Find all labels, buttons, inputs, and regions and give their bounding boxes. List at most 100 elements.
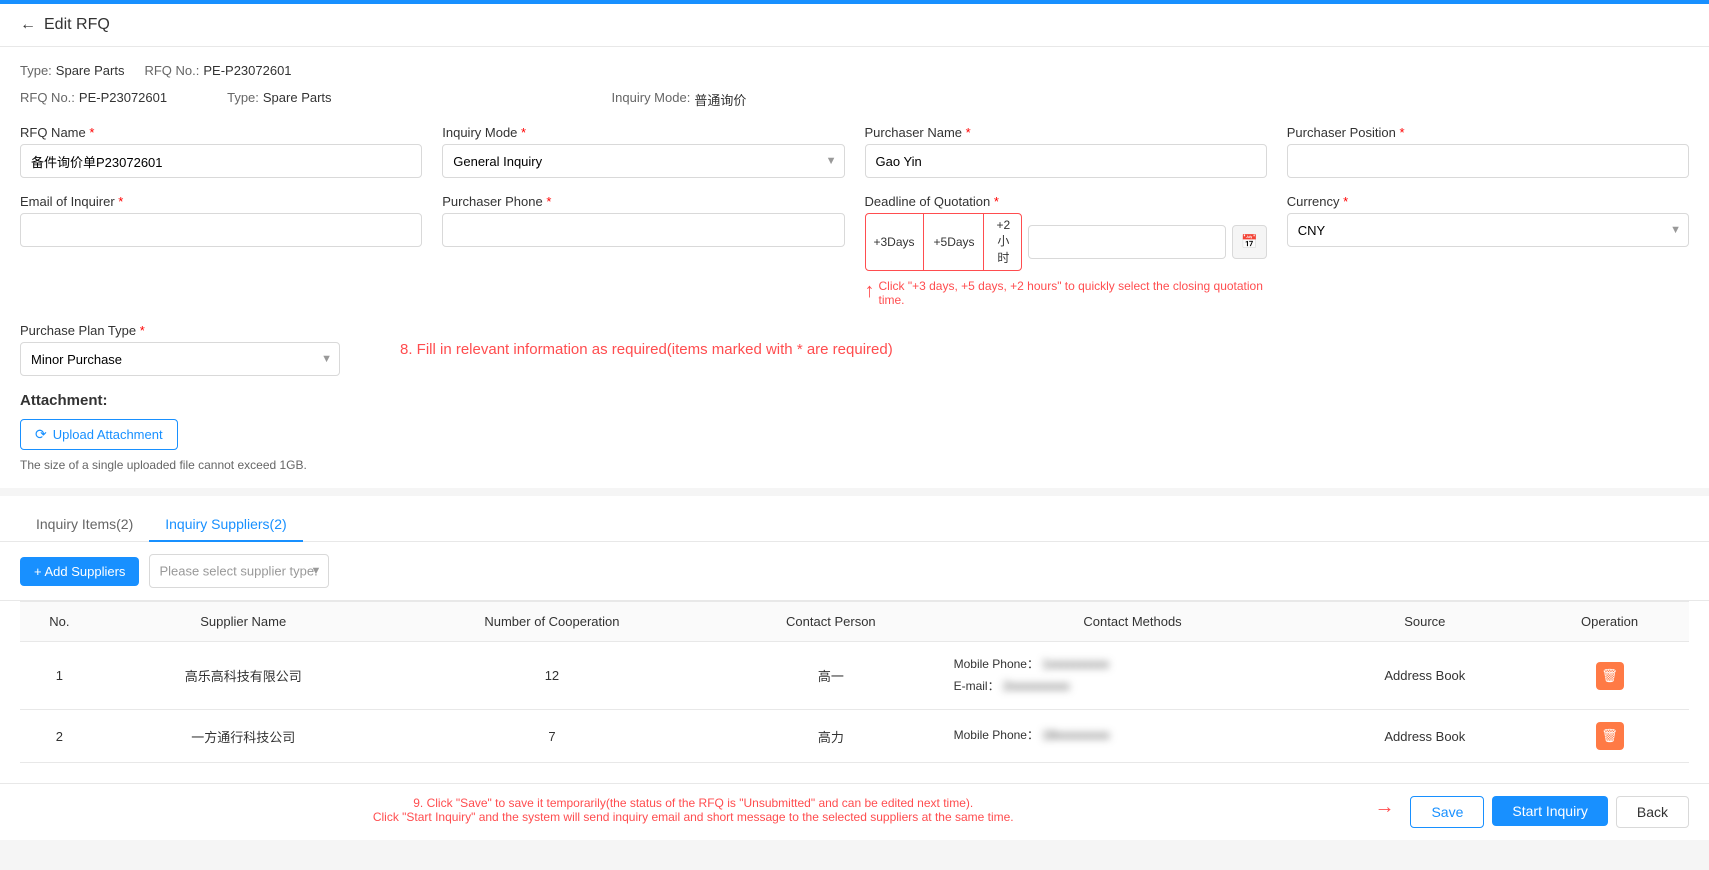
- bottom-hint-line1: 9. Click "Save" to save it temporarily(t…: [20, 796, 1366, 810]
- purchaser-name-input[interactable]: [865, 144, 1267, 178]
- quick-btn-5days[interactable]: +5Days: [926, 214, 984, 270]
- bottom-arrow: →: [1374, 796, 1394, 819]
- tab-inquiry-suppliers[interactable]: Inquiry Suppliers(2): [149, 508, 302, 542]
- email-input[interactable]: [20, 213, 422, 247]
- purchaser-position-input[interactable]: [1287, 144, 1689, 178]
- table-section: No. Supplier Name Number of Cooperation …: [0, 601, 1709, 783]
- bottom-bar: 9. Click "Save" to save it temporarily(t…: [0, 783, 1709, 840]
- upload-attachment-label: Upload Attachment: [53, 427, 163, 442]
- back-button-bottom[interactable]: Back: [1616, 796, 1689, 828]
- tab-inquiry-items[interactable]: Inquiry Items(2): [20, 508, 149, 542]
- row2-contact-info: Mobile Phone： 18xxxxxxxxx: [954, 725, 1312, 747]
- meta-row: Type: Spare Parts RFQ No.: PE-P23072601: [20, 63, 1689, 78]
- purchase-plan-type-group: Purchase Plan Type * Minor Purchase ▼: [20, 323, 340, 376]
- row1-no: 1: [20, 642, 99, 710]
- suppliers-table: No. Supplier Name Number of Cooperation …: [20, 601, 1689, 763]
- form-grid-1: RFQ Name * Inquiry Mode * General Inquir…: [20, 125, 1689, 178]
- col-cooperation: Number of Cooperation: [388, 602, 716, 642]
- deadline-label: Deadline of Quotation *: [865, 194, 1267, 209]
- quick-btn-2hours[interactable]: +2小时: [986, 214, 1022, 270]
- tabs-section: Inquiry Items(2) Inquiry Suppliers(2): [0, 496, 1709, 542]
- currency-select[interactable]: CNY: [1287, 213, 1689, 247]
- col-contact-person: Contact Person: [716, 602, 945, 642]
- row1-supplier-name: 高乐高科技有限公司: [99, 642, 388, 710]
- quick-btns: +3Days +5Days +2小时: [865, 213, 1023, 271]
- save-button[interactable]: Save: [1410, 796, 1484, 828]
- rfqno-value: PE-P23072601: [79, 90, 167, 109]
- upload-attachment-button[interactable]: ⟳ Upload Attachment: [20, 419, 178, 450]
- inquiry-mode-select[interactable]: General Inquiry: [442, 144, 844, 178]
- row2-delete-button[interactable]: 🗑: [1596, 722, 1624, 750]
- row2-mobile: Mobile Phone： 18xxxxxxxxx: [954, 725, 1312, 747]
- header: ← Edit RFQ: [0, 4, 1709, 47]
- page-title: Edit RFQ: [44, 16, 110, 34]
- meta-type-value: Spare Parts: [56, 63, 125, 78]
- table-row: 2 一方通行科技公司 7 高力 Mobile Phone： 18xxxxxxxx…: [20, 710, 1689, 763]
- calendar-button[interactable]: 📅: [1232, 225, 1267, 259]
- row1-mobile-value: 1xxxxxxxxxx: [1042, 654, 1109, 676]
- row1-contact-methods: Mobile Phone： 1xxxxxxxxxx E-mail： 2xxxxx…: [946, 642, 1320, 710]
- instruction-text: 8. Fill in relevant information as requi…: [400, 341, 893, 358]
- row1-cooperation: 12: [388, 642, 716, 710]
- table-header-row: No. Supplier Name Number of Cooperation …: [20, 602, 1689, 642]
- row2-no: 2: [20, 710, 99, 763]
- supplier-type-select[interactable]: [149, 554, 329, 588]
- row2-mobile-value: 18xxxxxxxxx: [1042, 725, 1109, 747]
- file-size-hint: The size of a single uploaded file canno…: [20, 458, 1689, 472]
- row1-contact-info: Mobile Phone： 1xxxxxxxxxx E-mail： 2xxxxx…: [954, 654, 1312, 697]
- attachment-title: Attachment:: [20, 392, 1689, 409]
- hint-arrow: ↑: [865, 280, 875, 303]
- row1-source: Address Book: [1320, 642, 1531, 710]
- second-meta-row: RFQ No.: PE-P23072601 Type: Spare Parts …: [20, 90, 1689, 109]
- start-inquiry-button[interactable]: Start Inquiry: [1492, 796, 1607, 826]
- inquiry-mode-select-wrapper: General Inquiry ▼: [442, 144, 844, 178]
- supplier-type-select-wrapper: Please select supplier type. ▼: [149, 554, 329, 588]
- bottom-hint-line2: Click "Start Inquiry" and the system wil…: [20, 810, 1366, 824]
- email-group: Email of Inquirer *: [20, 194, 422, 307]
- purchase-plan-type-select[interactable]: Minor Purchase: [20, 342, 340, 376]
- add-suppliers-button[interactable]: + Add Suppliers: [20, 557, 139, 586]
- inquiry-mode-value: 普通询价: [694, 90, 746, 109]
- row1-contact-person: 高一: [716, 642, 945, 710]
- toolbar: + Add Suppliers Please select supplier t…: [0, 542, 1709, 601]
- purchaser-name-label: Purchaser Name *: [865, 125, 1267, 140]
- row1-operation: 🗑: [1530, 642, 1689, 710]
- rfq-name-label: RFQ Name *: [20, 125, 422, 140]
- col-source: Source: [1320, 602, 1531, 642]
- tabs: Inquiry Items(2) Inquiry Suppliers(2): [20, 508, 1689, 541]
- deadline-input[interactable]: [1028, 225, 1226, 259]
- instruction-area: 8. Fill in relevant information as requi…: [360, 323, 1689, 376]
- meta-type: Type: Spare Parts: [20, 63, 124, 78]
- row2-cooperation: 7: [388, 710, 716, 763]
- row2-supplier-name: 一方通行科技公司: [99, 710, 388, 763]
- phone-input[interactable]: [442, 213, 844, 247]
- purchase-plan-type-select-wrapper: Minor Purchase ▼: [20, 342, 340, 376]
- inquiry-mode-group: Inquiry Mode * General Inquiry ▼: [442, 125, 844, 178]
- rfq-name-input[interactable]: [20, 144, 422, 178]
- purchaser-position-label: Purchaser Position *: [1287, 125, 1689, 140]
- attachment-section: Attachment: ⟳ Upload Attachment The size…: [20, 392, 1689, 472]
- deadline-hint: Click "+3 days, +5 days, +2 hours" to qu…: [879, 279, 1267, 307]
- deadline-group: Deadline of Quotation * +3Days +5Days +2…: [865, 194, 1267, 307]
- quick-btn-3days[interactable]: +3Days: [866, 214, 924, 270]
- meta-rfqno-label: RFQ No.:: [144, 63, 199, 78]
- row2-source: Address Book: [1320, 710, 1531, 763]
- email-label: Email of Inquirer *: [20, 194, 422, 209]
- upload-icon: ⟳: [35, 426, 47, 443]
- currency-select-wrapper: CNY ▼: [1287, 213, 1689, 247]
- purchaser-position-group: Purchaser Position *: [1287, 125, 1689, 178]
- inquiry-mode-item: Inquiry Mode: 普通询价: [612, 90, 747, 109]
- purchase-plan-type-label: Purchase Plan Type *: [20, 323, 340, 338]
- type-value: Spare Parts: [263, 90, 332, 109]
- purchase-type-row: Purchase Plan Type * Minor Purchase ▼ 8.…: [20, 323, 1689, 376]
- inquiry-mode-label: Inquiry Mode:: [612, 90, 691, 109]
- table-row: 1 高乐高科技有限公司 12 高一 Mobile Phone： 1xxxxxxx…: [20, 642, 1689, 710]
- row1-mobile: Mobile Phone： 1xxxxxxxxxx: [954, 654, 1312, 676]
- currency-label: Currency *: [1287, 194, 1689, 209]
- meta-type-label: Type:: [20, 63, 52, 78]
- row2-operation: 🗑: [1530, 710, 1689, 763]
- bottom-hint: 9. Click "Save" to save it temporarily(t…: [20, 796, 1366, 824]
- col-supplier-name: Supplier Name: [99, 602, 388, 642]
- back-button[interactable]: ←: [20, 16, 36, 34]
- row1-delete-button[interactable]: 🗑: [1596, 662, 1624, 690]
